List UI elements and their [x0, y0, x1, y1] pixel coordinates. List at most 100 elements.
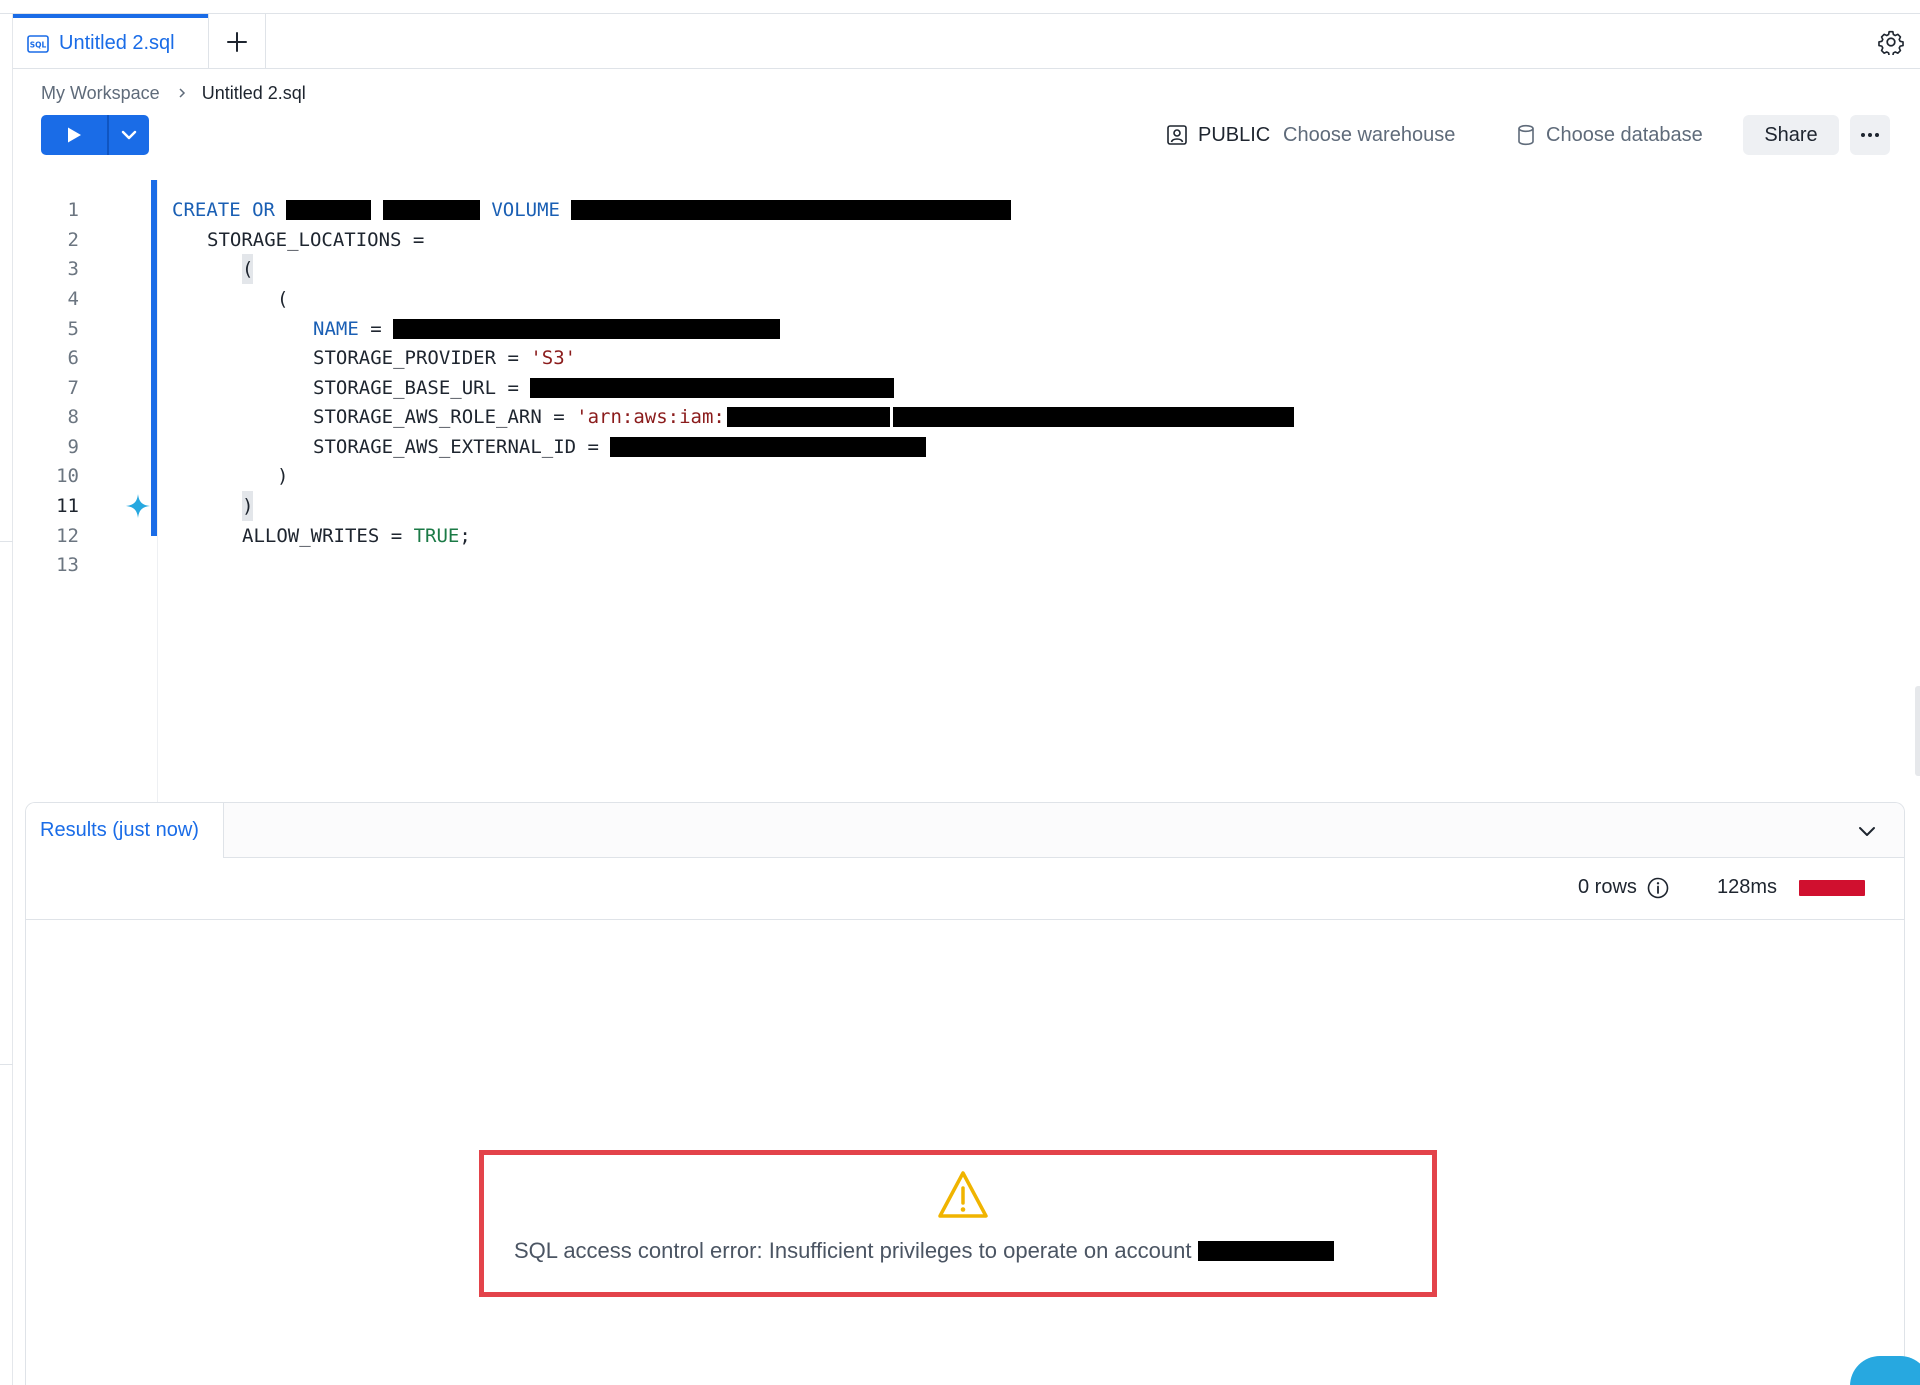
redacted-text: [1198, 1241, 1335, 1261]
tab-untitled-2-sql[interactable]: SQL Untitled 2.sql: [13, 14, 208, 69]
code-text: STORAGE_LOCATIONS =: [207, 229, 425, 251]
play-icon: [68, 127, 81, 143]
top-edge: [0, 0, 1920, 14]
keyword: CREATE: [172, 199, 241, 221]
left-rail: [0, 14, 13, 1385]
redacted-text: [530, 378, 895, 398]
boolean-literal: TRUE: [413, 525, 460, 547]
results-stats-bar: 0 rows 128ms: [26, 858, 1904, 920]
string-literal: 'arn:aws:iam:: [576, 406, 725, 428]
code-line: ): [242, 491, 254, 521]
matched-paren: ): [242, 491, 254, 521]
redacted-text: [610, 437, 927, 457]
keyword: NAME: [313, 318, 359, 340]
chevron-down-icon[interactable]: [1854, 818, 1880, 844]
redacted-text: [393, 319, 781, 339]
redacted-text: [286, 200, 372, 220]
warehouse-selector[interactable]: Choose warehouse: [1283, 118, 1455, 152]
role-label: PUBLIC: [1198, 123, 1271, 146]
row-count: 0 rows: [1578, 876, 1669, 899]
run-options-dropdown[interactable]: [109, 115, 149, 155]
svg-text:SQL: SQL: [30, 40, 47, 49]
code-line: STORAGE_AWS_ROLE_ARN = 'arn:aws:iam:: [313, 402, 1294, 432]
line-number: 3: [67, 258, 79, 280]
database-selector[interactable]: Choose database: [1516, 118, 1703, 152]
new-tab-button[interactable]: [208, 14, 266, 69]
line-number: 4: [67, 288, 79, 310]
code-line: (: [242, 254, 254, 284]
code-line: STORAGE_LOCATIONS =: [207, 225, 424, 255]
more-options-button[interactable]: [1850, 115, 1890, 155]
line-number: 8: [67, 406, 79, 428]
line-number: 9: [67, 436, 79, 458]
query-duration: 128ms: [1717, 876, 1778, 898]
tab-results[interactable]: Results (just now): [26, 803, 224, 858]
code-line: (: [277, 284, 288, 314]
worksheet-tab-bar: SQL Untitled 2.sql: [13, 14, 1920, 69]
share-button[interactable]: Share: [1743, 115, 1839, 155]
modified-lines-bar: [151, 180, 157, 536]
code-text: =: [370, 318, 382, 340]
redacted-text: [571, 200, 1012, 220]
run-button-group: [41, 115, 149, 155]
redacted-text: [892, 407, 1294, 427]
code-line: STORAGE_PROVIDER = 'S3': [313, 343, 576, 373]
tab-label: Untitled 2.sql: [59, 32, 175, 54]
sql-file-icon: SQL: [27, 34, 49, 53]
code-text: ): [277, 465, 289, 487]
role-selector[interactable]: PUBLIC: [1166, 118, 1270, 152]
results-tab-bar: Results (just now): [26, 803, 1904, 858]
row-count-label: 0 rows: [1578, 876, 1637, 898]
matched-paren: (: [242, 254, 254, 284]
keyword: VOLUME: [491, 199, 560, 221]
keyword: OR: [252, 199, 275, 221]
gutter-border: [157, 180, 158, 802]
plus-icon: [227, 31, 247, 52]
breadcrumb: My Workspace Untitled 2.sql: [41, 81, 306, 105]
gear-icon[interactable]: [1878, 29, 1904, 55]
breadcrumb-current: Untitled 2.sql: [201, 82, 306, 103]
results-panel: Results (just now) 0 rows 128ms SQL acce…: [25, 802, 1905, 1385]
line-number-active: 11: [56, 495, 79, 517]
warehouse-placeholder: Choose warehouse: [1283, 123, 1456, 146]
breadcrumb-workspace-link[interactable]: My Workspace: [41, 83, 160, 104]
run-button[interactable]: [41, 115, 107, 155]
warning-icon: [938, 1171, 988, 1218]
line-number: 1: [67, 199, 79, 221]
code-line: CREATE OR VOLUME: [172, 195, 1012, 225]
string-literal: 'S3': [530, 347, 577, 369]
line-number: 13: [56, 554, 79, 576]
role-icon: [1167, 125, 1187, 145]
code-text: STORAGE_PROVIDER =: [313, 347, 519, 369]
code-line: NAME =: [313, 314, 781, 344]
code-text: ;: [459, 525, 471, 547]
error-message: SQL access control error: Insufficient p…: [514, 1235, 1335, 1267]
chevron-down-icon: [121, 130, 137, 140]
redacted-text: [726, 407, 890, 427]
database-placeholder: Choose database: [1546, 123, 1703, 146]
line-number: 10: [56, 465, 79, 487]
code-line: ): [277, 461, 288, 491]
code-text: ALLOW_WRITES =: [242, 525, 403, 547]
code-text: STORAGE_AWS_EXTERNAL_ID =: [313, 436, 599, 458]
code-text: (: [277, 288, 289, 310]
database-icon: [1518, 124, 1534, 146]
line-number: 6: [67, 347, 79, 369]
chevron-right-icon: [179, 88, 185, 98]
code-line: ALLOW_WRITES = TRUE;: [242, 521, 471, 551]
info-icon[interactable]: [1647, 877, 1669, 899]
sql-editor[interactable]: 1 2 3 4 5 6 7 8 9 10 11 12 13 CREATE OR …: [13, 180, 1920, 802]
line-number: 12: [56, 525, 79, 547]
code-line: STORAGE_AWS_EXTERNAL_ID =: [313, 432, 927, 462]
query-status-bar: [1799, 880, 1865, 896]
redacted-text: [382, 200, 480, 220]
line-number: 7: [67, 377, 79, 399]
line-number: 5: [67, 318, 79, 340]
line-number: 2: [67, 229, 79, 251]
ai-sparkle-icon[interactable]: [125, 493, 151, 519]
side-panel-handle[interactable]: [1915, 686, 1920, 776]
code-text: STORAGE_BASE_URL =: [313, 377, 519, 399]
more-horizontal-icon: [1861, 133, 1879, 137]
code-text: STORAGE_AWS_ROLE_ARN =: [313, 406, 565, 428]
error-text: SQL access control error: Insufficient p…: [514, 1238, 1192, 1263]
